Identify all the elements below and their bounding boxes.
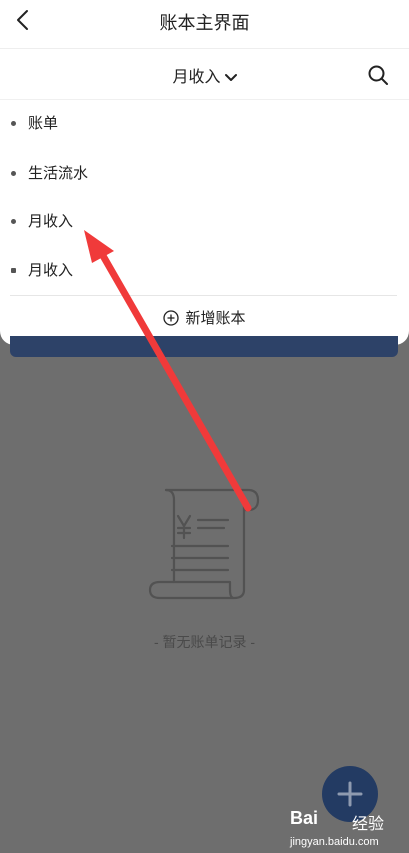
book-list-item[interactable]: 生活流水 [0, 151, 409, 191]
receipt-scroll-icon [148, 488, 260, 600]
book-list-item[interactable]: 账单 [0, 101, 409, 141]
watermark-logo: Bai [290, 808, 319, 828]
account-book-dropdown: 月收入 账单 生活流水 月收入 月收入 新增账本 [0, 49, 409, 345]
book-selector[interactable]: 月收入 [0, 63, 409, 87]
empty-state-text: - 暂无账单记录 - [153, 634, 256, 650]
watermark-text: 经验 [352, 816, 385, 833]
bullet-icon [11, 268, 16, 273]
book-list-item-label: 账单 [28, 115, 59, 132]
book-list-item[interactable]: 月收入 [0, 248, 409, 288]
chevron-down-icon [224, 73, 237, 81]
search-button[interactable] [366, 63, 390, 87]
summary-card-edge [10, 336, 398, 357]
bullet-icon [11, 121, 16, 126]
watermark-url: jingyan.baidu.com [290, 836, 379, 848]
current-book-label: 月收入 [172, 69, 221, 86]
top-nav-bar: 账本主界面 [0, 0, 409, 49]
book-list-item-label: 月收入 [28, 213, 74, 230]
bullet-icon [11, 219, 16, 224]
book-list-item-label: 生活流水 [28, 165, 89, 182]
book-list-item[interactable]: 月收入 [0, 199, 409, 239]
plus-circle-icon [163, 310, 180, 326]
divider [10, 295, 397, 296]
page-title: 账本主界面 [159, 13, 250, 33]
add-book-button[interactable]: 新增账本 [0, 307, 409, 328]
watermark: Bai 经验 jingyan.baidu.com [290, 798, 409, 853]
search-icon [368, 65, 388, 85]
bullet-icon [11, 171, 16, 176]
add-book-label: 新增账本 [185, 310, 246, 327]
book-list-item-label: 月收入 [28, 262, 74, 279]
book-selector-row: 月收入 [0, 49, 409, 100]
